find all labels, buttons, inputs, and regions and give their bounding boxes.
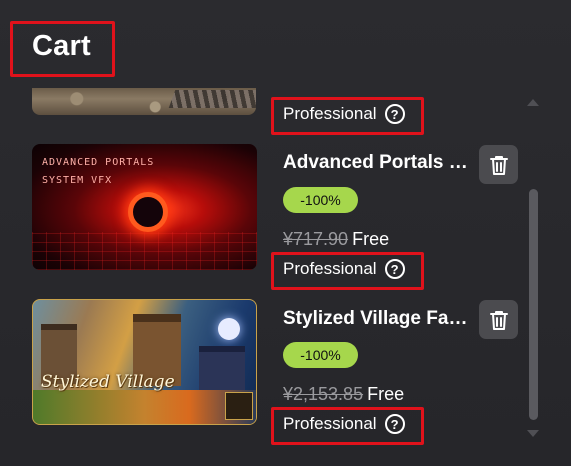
thumbnail-logo: Stylized Village [41, 372, 175, 392]
discount-badge: -100% [283, 342, 358, 368]
license-highlight [271, 252, 424, 290]
item-thumbnail[interactable]: ADVANCED PORTALS SYSTEM VFX [32, 144, 257, 270]
current-price: Free [367, 384, 405, 404]
trash-icon [489, 155, 508, 175]
publisher-badge [225, 392, 253, 420]
original-price: ¥2,153.85 [283, 384, 364, 404]
cart-title-highlight [10, 21, 115, 77]
item-name[interactable]: Stylized Village Fantasy [283, 308, 473, 330]
price: ¥2,153.85 Free [283, 384, 404, 405]
item-thumbnail[interactable] [32, 88, 256, 115]
thumbnail-title: ADVANCED PORTALS SYSTEM VFX [42, 157, 155, 186]
price: ¥717.90 Free [283, 229, 389, 250]
original-price: ¥717.90 [283, 229, 349, 249]
license-highlight [271, 97, 424, 135]
trash-icon [489, 310, 508, 330]
discount-badge: -100% [283, 187, 358, 213]
remove-item-button[interactable] [479, 145, 518, 184]
current-price: Free [352, 229, 390, 249]
item-thumbnail[interactable]: Stylized Village [32, 299, 257, 425]
remove-item-button[interactable] [479, 300, 518, 339]
license-highlight [271, 407, 424, 445]
scroll-down-arrow[interactable] [527, 430, 539, 437]
scroll-up-arrow[interactable] [527, 99, 539, 106]
scrollbar-thumb[interactable] [529, 189, 538, 420]
item-name[interactable]: Advanced Portals System VFX [283, 152, 473, 174]
